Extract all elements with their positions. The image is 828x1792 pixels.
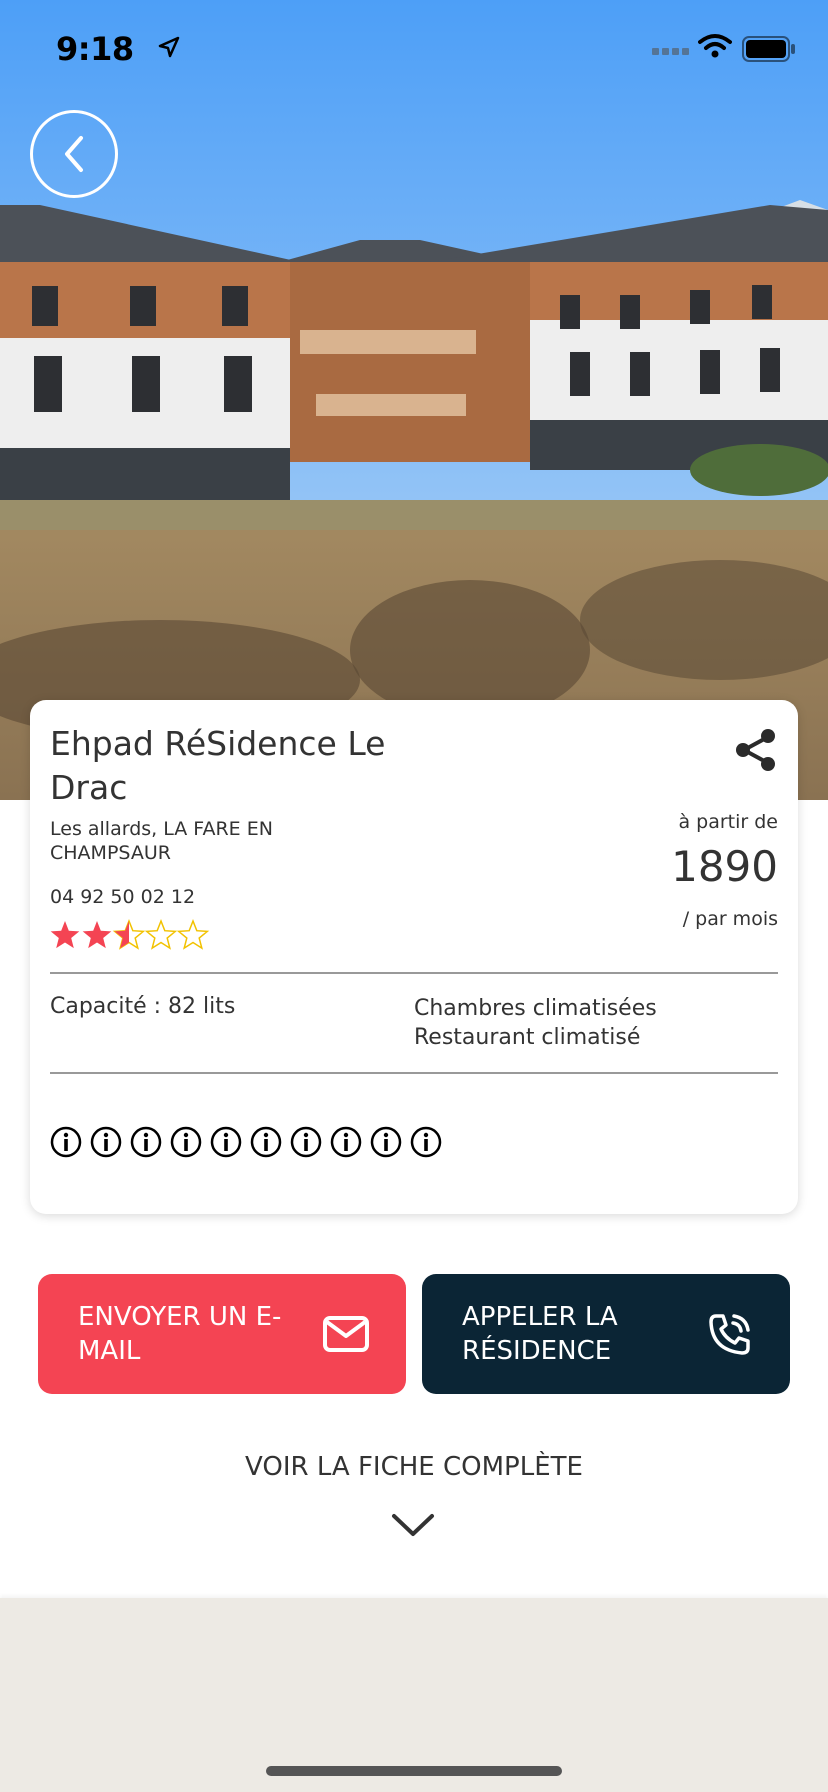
info-icon[interactable] xyxy=(170,1126,202,1158)
residence-phone[interactable]: 04 92 50 02 12 xyxy=(50,886,195,908)
star-filled-icon xyxy=(82,921,112,949)
star-rating xyxy=(50,918,210,950)
wifi-icon xyxy=(698,34,732,58)
info-icon[interactable] xyxy=(290,1126,322,1158)
feature-item: Chambres climatisées xyxy=(414,996,657,1021)
feature-item: Restaurant climatisé xyxy=(414,1025,641,1050)
star-empty-icon xyxy=(144,918,178,950)
hero-photo xyxy=(0,0,828,800)
battery-icon xyxy=(742,36,795,62)
bottom-panel xyxy=(0,1598,828,1792)
call-residence-button[interactable]: APPELER LA RÉSIDENCE xyxy=(422,1274,790,1394)
send-email-button[interactable]: ENVOYER UN E-MAIL xyxy=(38,1274,406,1394)
send-email-label: ENVOYER UN E-MAIL xyxy=(78,1302,282,1366)
status-time: 9:18 xyxy=(56,30,134,68)
star-empty-icon xyxy=(176,918,210,950)
info-icon[interactable] xyxy=(50,1126,82,1158)
see-full-listing-link[interactable]: VOIR LA FICHE COMPLÈTE xyxy=(0,1452,828,1482)
chevron-left-icon xyxy=(65,136,83,172)
star-half-icon xyxy=(112,918,146,950)
info-icon[interactable] xyxy=(130,1126,162,1158)
mail-icon xyxy=(323,1316,369,1352)
residence-address: Les allards, LA FARE EN CHAMPSAUR xyxy=(50,818,273,864)
signal-icon xyxy=(652,48,689,55)
price-from-label: à partir de xyxy=(678,811,778,833)
call-residence-label: APPELER LA RÉSIDENCE xyxy=(462,1302,618,1366)
location-arrow-icon xyxy=(158,36,180,58)
price-value: 1890 xyxy=(671,842,778,891)
info-icon[interactable] xyxy=(250,1126,282,1158)
info-icon[interactable] xyxy=(330,1126,362,1158)
amenity-icons xyxy=(50,1126,442,1158)
capacity-text: Capacité : 82 lits xyxy=(50,994,236,1019)
share-icon[interactable] xyxy=(732,726,780,774)
info-icon[interactable] xyxy=(210,1126,242,1158)
info-icon[interactable] xyxy=(370,1126,402,1158)
divider xyxy=(50,972,778,974)
back-button[interactable] xyxy=(30,110,118,198)
price-unit-label: / par mois xyxy=(682,908,778,930)
star-filled-icon xyxy=(50,921,80,949)
divider xyxy=(50,1072,778,1074)
residence-card: Ehpad RéSidence Le Drac Les allards, LA … xyxy=(30,700,798,1214)
home-indicator xyxy=(266,1766,562,1776)
chevron-down-icon[interactable] xyxy=(391,1512,435,1538)
residence-name: Ehpad RéSidence Le Drac xyxy=(50,724,386,807)
info-icon[interactable] xyxy=(410,1126,442,1158)
info-icon[interactable] xyxy=(90,1126,122,1158)
status-bar: 9:18 xyxy=(0,0,828,100)
features-list: Chambres climatisées Restaurant climatis… xyxy=(414,994,657,1052)
phone-call-icon xyxy=(709,1314,750,1355)
